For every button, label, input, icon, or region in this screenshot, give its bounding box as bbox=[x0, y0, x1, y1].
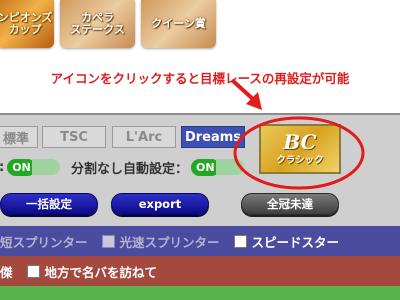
skill-label: スピードスター bbox=[251, 234, 340, 250]
auto-setting-label: 分割なし自動設定： bbox=[71, 161, 189, 177]
checkbox[interactable] bbox=[233, 234, 247, 248]
goal-row-red: 傑 地方で名バを訪ねて bbox=[0, 256, 400, 286]
skill-item[interactable]: スピードスター bbox=[233, 232, 340, 251]
annotation-note: アイコンをクリックすると目標レースの再設定が可能 bbox=[50, 71, 350, 86]
race-icon-queen-sho[interactable]: クイーン賞 bbox=[141, 0, 216, 48]
skill-item[interactable]: 光速スプリンター bbox=[101, 232, 220, 251]
race-icon-champions-cup[interactable]: ンピオンズ カップ bbox=[0, 0, 54, 48]
bulk-set-button[interactable]: 一括設定 bbox=[0, 193, 98, 215]
race-icon-capella-stakes[interactable]: カペラ ステークス bbox=[60, 0, 135, 48]
setting-first: : ON bbox=[0, 156, 60, 178]
goal-item[interactable]: 地方で名バを訪ねて bbox=[26, 262, 158, 281]
arrow-icon bbox=[230, 78, 262, 110]
skill-label-dim: 短スプリンター bbox=[0, 234, 88, 250]
tab-standard[interactable]: 標準 bbox=[0, 126, 38, 148]
goal-item-label: 地方で名バを訪ねて bbox=[44, 264, 158, 280]
checkbox[interactable] bbox=[26, 264, 40, 278]
export-button[interactable]: export bbox=[111, 193, 209, 215]
tab-tsc[interactable]: TSC bbox=[42, 126, 106, 148]
goal-label: 傑 bbox=[0, 264, 13, 280]
highlight-ellipse bbox=[233, 116, 365, 190]
skill-row-purple: 短スプリンター 光速スプリンター スピードスター bbox=[0, 226, 400, 256]
tab-larc[interactable]: L'Arc bbox=[112, 126, 176, 148]
setting-auto: 分割なし自動設定： ON bbox=[71, 156, 244, 178]
race-icon-area: ンピオンズ カップ カペラ ステークス クイーン賞 アイコンをクリックすると目標… bbox=[0, 0, 400, 113]
all-crown-button[interactable]: 全冠未達 bbox=[241, 193, 339, 215]
skill-label: 光速スプリンター bbox=[119, 234, 220, 250]
row-green bbox=[0, 286, 400, 300]
toggle-track bbox=[31, 159, 60, 175]
first-toggle[interactable]: ON bbox=[7, 157, 60, 177]
checkbox[interactable] bbox=[101, 234, 115, 248]
colon-label: : bbox=[0, 160, 4, 175]
